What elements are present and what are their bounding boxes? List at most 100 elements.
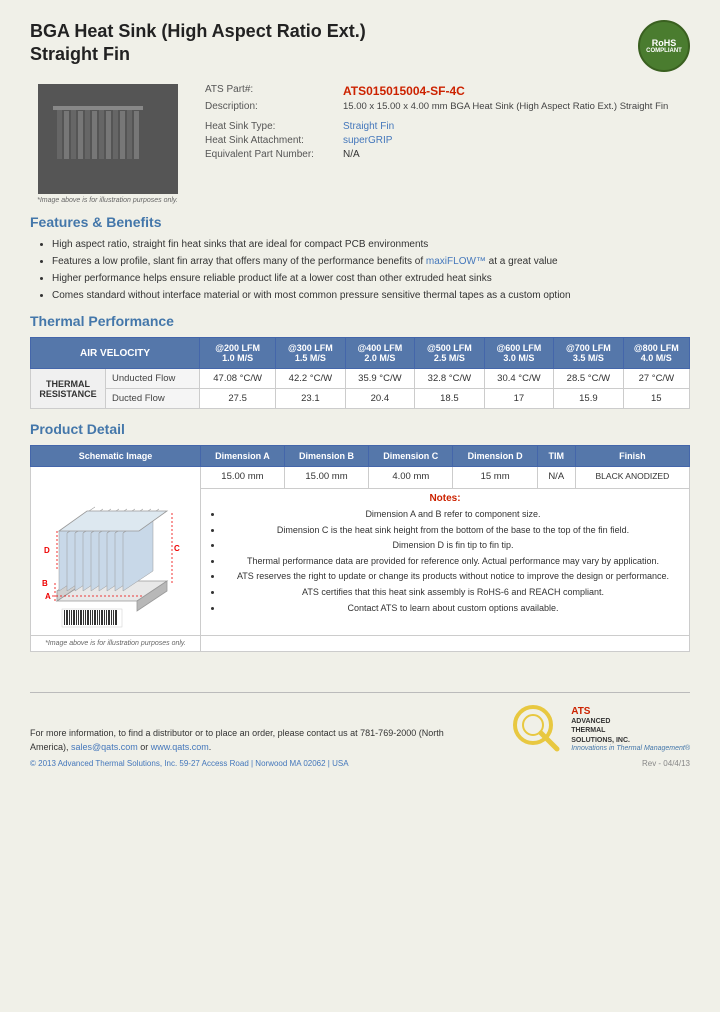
finish-value: BLACK ANODIZED [575,467,689,489]
ducted-700: 15.9 [554,389,624,409]
attach-value[interactable]: superGRIP [343,135,392,146]
dim-c-header: Dimension C [369,446,453,467]
rev-text: Rev - 04/4/13 [511,759,690,768]
copyright-text: © 2013 Advanced Thermal Solutions, Inc. [30,759,177,768]
rohs-text: RoHS [652,38,677,48]
features-list: High aspect ratio, straight fin heat sin… [30,238,690,303]
features-title: Features & Benefits [30,214,690,232]
tim-header: TIM [537,446,575,467]
thermal-header-row: AIR VELOCITY @200 LFM1.0 M/S @300 LFM1.5… [31,338,690,369]
svg-text:A: A [45,592,51,601]
feature-item-3: Higher performance helps ensure reliable… [52,272,690,286]
rohs-compliant: COMPLIANT [646,48,682,54]
schematic-caption-row: *Image above is for illustration purpose… [31,636,690,652]
dim-b-header: Dimension B [284,446,368,467]
ats-text: ATS ADVANCEDTHERMALSOLUTIONS, INC. Innov… [571,706,690,751]
unducted-600: 30.4 °C/W [484,369,554,389]
product-detail-title: Product Detail [30,421,690,439]
ats-tagline: Innovations in Thermal Management® [571,745,690,752]
note-5: ATS reserves the right to update or chan… [223,570,683,583]
type-label: Heat Sink Type: [205,121,335,132]
feature-item-4: Comes standard without interface materia… [52,289,690,303]
dim-a-value: 15.00 mm [201,467,285,489]
footer-right: ATS ADVANCEDTHERMALSOLUTIONS, INC. Innov… [511,703,690,768]
dim-d-header: Dimension D [453,446,537,467]
schematic-caption: *Image above is for illustration purpose… [31,636,201,652]
ducted-300: 23.1 [276,389,346,409]
part-label: ATS Part#: [205,84,335,98]
dim-c-value: 4.00 mm [369,467,453,489]
ducted-800: 15 [623,389,689,409]
schematic-header: Schematic Image [31,446,201,467]
product-info-section: *Image above is for illustration purpose… [30,84,690,204]
feature-item-2: Features a low profile, slant fin array … [52,255,690,269]
website-link[interactable]: www.qats.com [151,742,209,752]
note-4: Thermal performance data are provided fo… [223,555,683,568]
col-500lfm: @500 LFM2.5 M/S [415,338,485,369]
col-200lfm: @200 LFM1.0 M/S [200,338,276,369]
ats-full-name: ADVANCEDTHERMALSOLUTIONS, INC. [571,717,690,744]
col-800lfm: @800 LFM4.0 M/S [623,338,689,369]
equiv-label: Equivalent Part Number: [205,149,335,160]
rohs-badge: RoHS COMPLIANT [638,20,690,72]
title-block: BGA Heat Sink (High Aspect Ratio Ext.) S… [30,20,366,67]
svg-text:D: D [44,546,50,555]
equiv-value: N/A [343,149,360,160]
unducted-800: 27 °C/W [623,369,689,389]
maxiflow-link[interactable]: maxiFLOW™ [426,256,486,267]
unducted-400: 35.9 °C/W [345,369,415,389]
note-1: Dimension A and B refer to component siz… [223,508,683,521]
tim-value: N/A [537,467,575,489]
ducted-flow-row: Ducted Flow 27.5 23.1 20.4 18.5 17 15.9 … [31,389,690,409]
page-header: BGA Heat Sink (High Aspect Ratio Ext.) S… [30,20,690,72]
col-700lfm: @700 LFM3.5 M/S [554,338,624,369]
ducted-label: Ducted Flow [106,389,200,409]
dim-b-value: 15.00 mm [284,467,368,489]
description-row: Description: 15.00 x 15.00 x 4.00 mm BGA… [205,101,690,112]
note-6: ATS certifies that this heat sink assemb… [223,586,683,599]
type-value[interactable]: Straight Fin [343,121,394,132]
svg-text:B: B [42,579,48,588]
footer-copyright: © 2013 Advanced Thermal Solutions, Inc. … [30,759,450,768]
or-text: or [140,742,151,752]
type-row: Heat Sink Type: Straight Fin [205,121,690,132]
address: 59-27 Access Road | Norwood MA 02062 | U… [179,759,348,768]
notes-list: Dimension A and B refer to component siz… [207,508,683,614]
col-600lfm: @600 LFM3.0 M/S [484,338,554,369]
footer-left: For more information, to find a distribu… [30,727,450,768]
page-title: BGA Heat Sink (High Aspect Ratio Ext.) S… [30,20,366,67]
unducted-700: 28.5 °C/W [554,369,624,389]
desc-label: Description: [205,101,335,112]
ducted-200: 27.5 [200,389,276,409]
ats-logo: ATS ADVANCEDTHERMALSOLUTIONS, INC. Innov… [511,703,690,755]
dimension-values-row: A B C D [31,467,690,489]
schematic-image-container: A B C D [37,471,192,631]
attach-label: Heat Sink Attachment: [205,135,335,146]
product-specs: ATS Part#: ATS015015004-SF-4C Descriptio… [205,84,690,204]
notes-cell: Notes: Dimension A and B refer to compon… [201,489,690,636]
thermal-resistance-label: THERMALRESISTANCE [31,369,106,409]
email-link[interactable]: sales@qats.com [71,742,138,752]
detail-header-row: Schematic Image Dimension A Dimension B … [31,446,690,467]
ducted-500: 18.5 [415,389,485,409]
notes-title: Notes: [207,493,683,504]
air-velocity-header: AIR VELOCITY [31,338,200,369]
unducted-flow-row: THERMALRESISTANCE Unducted Flow 47.08 °C… [31,369,690,389]
finish-header: Finish [575,446,689,467]
thermal-table: AIR VELOCITY @200 LFM1.0 M/S @300 LFM1.5… [30,337,690,409]
schematic-svg: A B C D [37,471,192,631]
ats-name-text: ATS [571,706,690,717]
note-2: Dimension C is the heat sink height from… [223,524,683,537]
ducted-400: 20.4 [345,389,415,409]
ducted-600: 17 [484,389,554,409]
footer-contact: For more information, to find a distribu… [30,727,450,754]
part-number-value: ATS015015004-SF-4C [343,84,465,98]
dim-a-header: Dimension A [201,446,285,467]
dim-d-value: 15 mm [453,467,537,489]
heat-sink-illustration [43,89,173,189]
note-7: Contact ATS to learn about custom option… [223,602,683,615]
schematic-cell: A B C D [31,467,201,636]
col-400lfm: @400 LFM2.0 M/S [345,338,415,369]
part-number-row: ATS Part#: ATS015015004-SF-4C [205,84,690,98]
page-container: BGA Heat Sink (High Aspect Ratio Ext.) S… [0,0,720,788]
